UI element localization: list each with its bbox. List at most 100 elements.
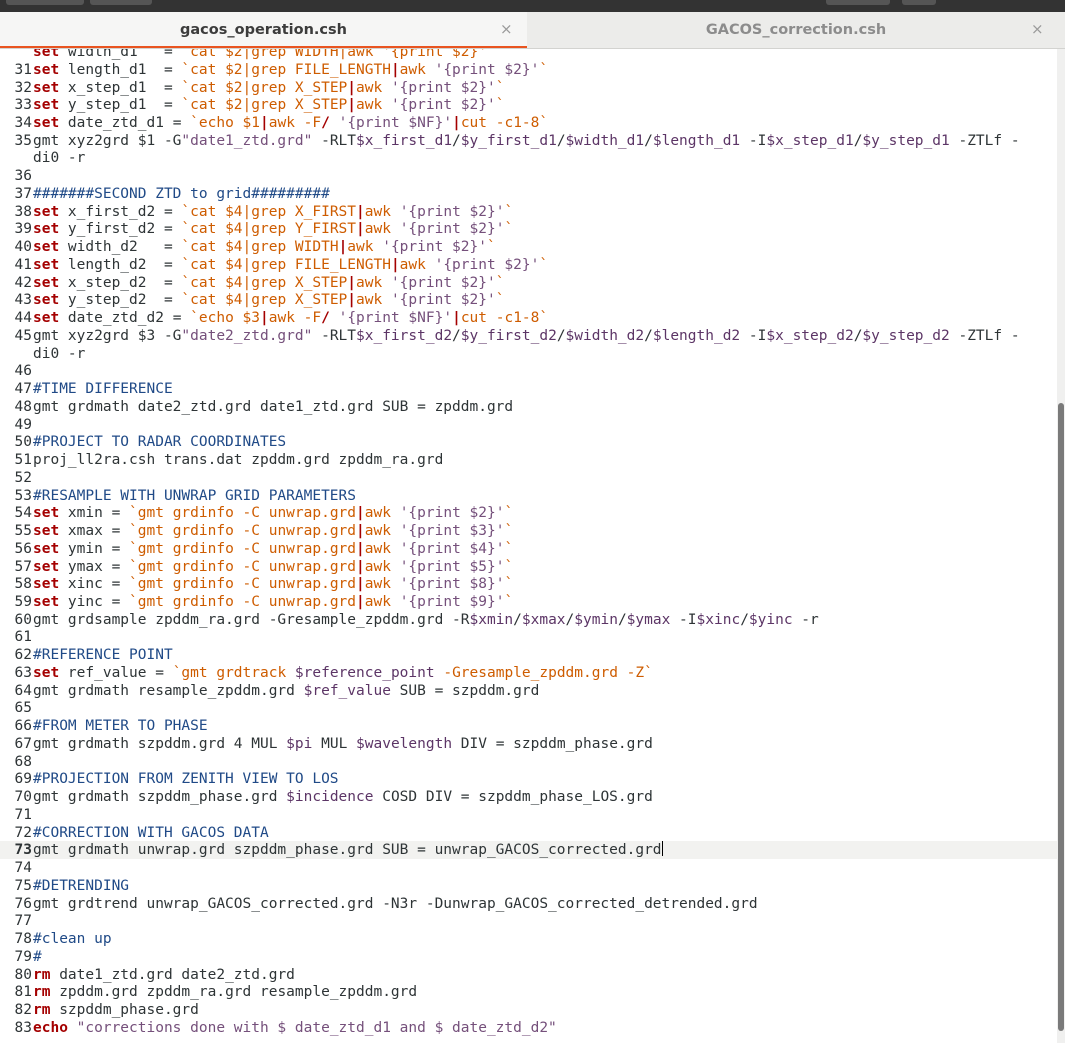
code-line[interactable]: 79# — [0, 948, 1057, 966]
code-token: x_first_d2 = — [59, 203, 182, 220]
code-token: awk — [364, 203, 400, 220]
code-line[interactable]: 62#REFERENCE POINT — [0, 646, 1057, 664]
code-line[interactable]: 77 — [0, 912, 1057, 930]
code-text: set y_step_d1 = `cat $2|grep X_STEP|awk … — [33, 96, 504, 114]
code-line[interactable]: 66#FROM METER TO PHASE — [0, 717, 1057, 735]
code-line[interactable]: 34set date_ztd_d1 = `echo $1|awk -F/ '{p… — [0, 114, 1057, 132]
close-icon[interactable]: × — [1031, 12, 1044, 48]
code-line[interactable]: 40set width_d2 = `cat $4|grep WIDTH|awk … — [0, 238, 1057, 256]
code-line[interactable]: 59set yinc = `gmt grdinfo -C unwrap.grd|… — [0, 593, 1057, 611]
line-number: 72 — [14, 824, 32, 841]
line-number: 54 — [14, 505, 32, 522]
code-line[interactable]: 48gmt grdmath date2_ztd.grd date1_ztd.gr… — [0, 398, 1057, 416]
code-token: | — [356, 523, 365, 539]
code-line[interactable]: 76gmt grdtrend unwrap_GACOS_corrected.gr… — [0, 895, 1057, 913]
code-line[interactable]: 52 — [0, 469, 1057, 487]
code-line[interactable]: di0 -r — [0, 345, 1057, 363]
code-line[interactable]: 78#clean up — [0, 930, 1057, 948]
code-token: / — [644, 132, 653, 149]
code-token: | — [347, 292, 357, 309]
code-line[interactable]: 57set ymax = `gmt grdinfo -C unwrap.grd|… — [0, 558, 1057, 576]
code-token: set — [33, 239, 60, 256]
scrollbar-thumb[interactable] — [1058, 403, 1064, 1031]
close-icon[interactable]: × — [500, 12, 513, 48]
tab-label: gacos_operation.csh — [180, 22, 347, 38]
code-line[interactable]: 41set length_d2 = `cat $4|grep FILE_LENG… — [0, 256, 1057, 274]
code-token: length_d2 = — [59, 256, 182, 273]
code-text: gmt xyz2grd $3 -G"date2_ztd.grd" -RLT$x_… — [33, 327, 1020, 345]
code-line[interactable]: 49 — [0, 416, 1057, 434]
code-token: '{print $3}' — [399, 523, 505, 539]
code-token: set — [33, 256, 60, 273]
code-line[interactable]: 47#TIME DIFFERENCE — [0, 380, 1057, 398]
tab-gacos-operation[interactable]: gacos_operation.csh × — [0, 12, 527, 48]
code-line[interactable]: 60gmt grdsample zpddm_ra.grd -Gresample_… — [0, 611, 1057, 629]
code-line[interactable]: 64gmt grdmath resample_zpddm.grd $ref_va… — [0, 682, 1057, 700]
tab-gacos-correction[interactable]: GACOS_correction.csh × — [527, 12, 1065, 48]
titlebar-button-right-1[interactable] — [826, 0, 890, 5]
code-token: '{print $2}' — [434, 61, 540, 78]
code-line[interactable]: 42set x_step_d2 = `cat $4|grep X_STEP|aw… — [0, 274, 1057, 292]
code-line[interactable]: 55set xmax = `gmt grdinfo -C unwrap.grd|… — [0, 522, 1057, 540]
code-line[interactable]: 65 — [0, 699, 1057, 717]
code-line[interactable]: 58set xinc = `gmt grdinfo -C unwrap.grd|… — [0, 575, 1057, 593]
code-token: '{print $2}' — [382, 239, 487, 256]
line-number: 42 — [14, 274, 32, 291]
code-token: ` — [504, 523, 514, 539]
code-token: $ymax — [626, 611, 671, 628]
code-line[interactable]: 83echo "corrections done with $ date_ztd… — [0, 1019, 1057, 1037]
line-number: 32 — [14, 79, 32, 96]
code-line[interactable]: 82rm szpddm_phase.grd — [0, 1001, 1057, 1019]
code-line[interactable]: 31set length_d1 = `cat $2|grep FILE_LENG… — [0, 61, 1057, 79]
code-line[interactable]: 43set y_step_d2 = `cat $4|grep X_STEP|aw… — [0, 291, 1057, 309]
code-line[interactable]: 38set x_first_d2 = `cat $4|grep X_FIRST|… — [0, 203, 1057, 221]
code-token: $xmax — [521, 611, 566, 628]
code-line[interactable]: 36 — [0, 167, 1057, 185]
titlebar-button-left-1[interactable] — [6, 0, 84, 5]
code-line[interactable]: 46 — [0, 362, 1057, 380]
code-line[interactable]: 81rm zpddm.grd zpddm_ra.grd resample_zpd… — [0, 983, 1057, 1001]
code-line[interactable]: 50#PROJECT TO RADAR COORDINATES — [0, 433, 1057, 451]
code-line[interactable]: 51proj_ll2ra.csh trans.dat zpddm.grd zpd… — [0, 451, 1057, 469]
code-token: '{print $2}' — [390, 274, 496, 291]
code-line[interactable]: di0 -r — [0, 149, 1057, 167]
code-line[interactable]: 63set ref_value = `gmt grdtrack $referen… — [0, 664, 1057, 682]
code-line[interactable]: 72#CORRECTION WITH GACOS DATA — [0, 824, 1057, 842]
line-number: 80 — [14, 966, 32, 983]
code-text: set xmax = `gmt grdinfo -C unwrap.grd|aw… — [33, 522, 513, 540]
code-line[interactable]: 67gmt grdmath szpddm.grd 4 MUL $pi MUL $… — [0, 735, 1057, 753]
code-line[interactable]: 61 — [0, 628, 1057, 646]
code-text: #CORRECTION WITH GACOS DATA — [33, 824, 269, 842]
titlebar-button-left-2[interactable] — [90, 0, 152, 5]
code-line[interactable]: 75#DETRENDING — [0, 877, 1057, 895]
code-line[interactable]: set width_d1 = `cat $2|grep WIDTH|awk '{… — [0, 49, 1057, 61]
code-token: -I — [740, 327, 767, 344]
code-line[interactable]: 39set y_first_d2 = `cat $4|grep Y_FIRST|… — [0, 220, 1057, 238]
code-line[interactable]: 71 — [0, 806, 1057, 824]
code-line[interactable]: 37#######SECOND ZTD to grid######### — [0, 185, 1057, 203]
code-line[interactable]: 32set x_step_d1 = `cat $2|grep X_STEP|aw… — [0, 79, 1057, 97]
code-line[interactable]: 69#PROJECTION FROM ZENITH VIEW TO LOS — [0, 770, 1057, 788]
line-number: 52 — [14, 469, 32, 486]
code-line[interactable]: 73gmt grdmath unwrap.grd szpddm_phase.gr… — [0, 841, 1057, 860]
code-line[interactable]: 44set date_ztd_d2 = `echo $3|awk -F/ '{p… — [0, 309, 1057, 327]
code-line[interactable]: 45gmt xyz2grd $3 -G"date2_ztd.grd" -RLT$… — [0, 327, 1057, 345]
code-line[interactable]: 80rm date1_ztd.grd date2_ztd.grd — [0, 966, 1057, 984]
code-line[interactable]: 53#RESAMPLE WITH UNWRAP GRID PARAMETERS — [0, 487, 1057, 505]
code-line[interactable]: 35gmt xyz2grd $1 -G"date1_ztd.grd" -RLT$… — [0, 132, 1057, 150]
code-line[interactable]: 74 — [0, 859, 1057, 877]
code-token: -ZTLf - — [949, 327, 1020, 344]
code-line[interactable]: 54set xmin = `gmt grdinfo -C unwrap.grd|… — [0, 504, 1057, 522]
code-line[interactable]: 56set ymin = `gmt grdinfo -C unwrap.grd|… — [0, 540, 1057, 558]
code-token: yinc = — [59, 593, 130, 610]
code-editor[interactable]: set width_d1 = `cat $2|grep WIDTH|awk '{… — [0, 49, 1057, 1043]
code-token: ` — [504, 540, 514, 557]
code-text: set length_d1 = `cat $2|grep FILE_LENGTH… — [33, 61, 548, 79]
code-token: $reference_point — [294, 664, 435, 681]
code-token: cut -c1-8` — [460, 310, 549, 327]
code-token: / — [556, 327, 566, 344]
code-line[interactable]: 70gmt grdmath szpddm_phase.grd $incidenc… — [0, 788, 1057, 806]
code-line[interactable]: 68 — [0, 753, 1057, 771]
titlebar-button-right-2[interactable] — [902, 0, 936, 5]
code-line[interactable]: 33set y_step_d1 = `cat $2|grep X_STEP|aw… — [0, 96, 1057, 114]
